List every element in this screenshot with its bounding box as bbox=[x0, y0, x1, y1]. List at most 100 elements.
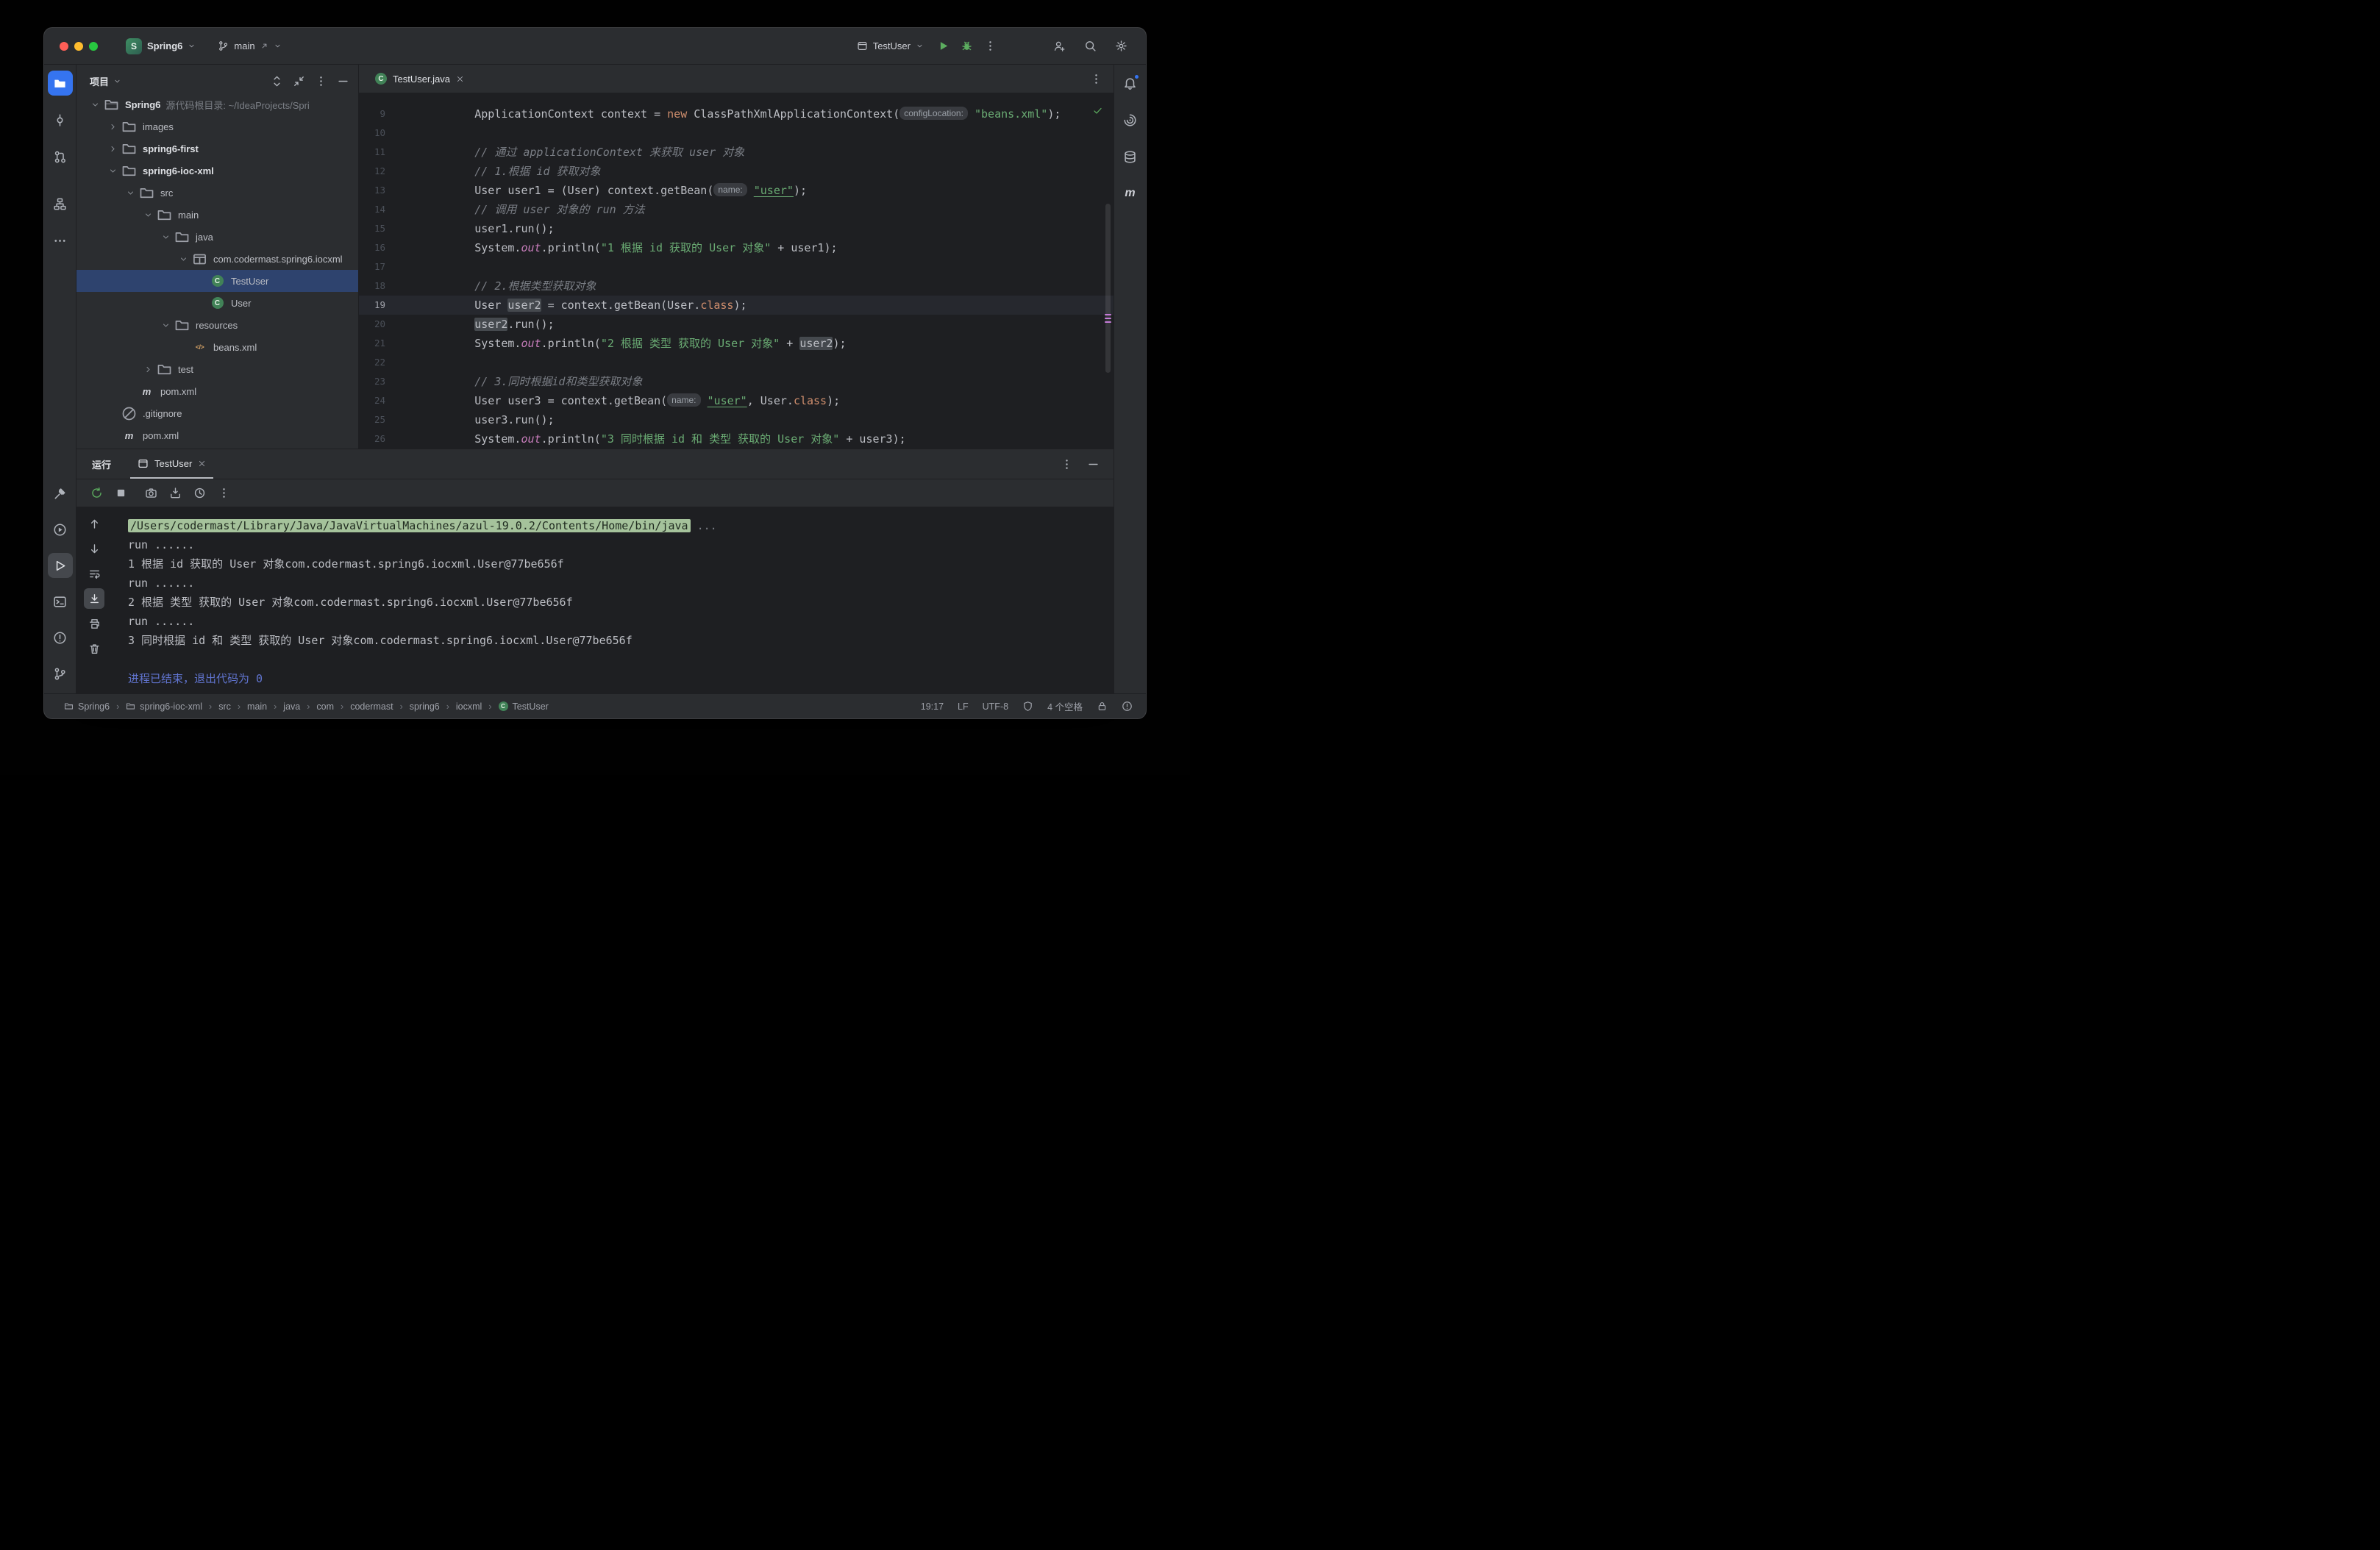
tree-item-spring6-first[interactable]: spring6-first bbox=[76, 138, 358, 160]
project-panel-title[interactable]: 项目 bbox=[90, 74, 109, 88]
database-button[interactable] bbox=[1118, 144, 1143, 169]
breadcrumb-com[interactable]: com bbox=[316, 701, 334, 712]
breadcrumb-main[interactable]: main bbox=[247, 701, 267, 712]
chevron-expanded-icon[interactable] bbox=[139, 210, 157, 220]
code-line-12[interactable]: 12 // 1.根据 id 获取对象 bbox=[359, 162, 1114, 181]
editor-scrollbar-thumb[interactable] bbox=[1105, 204, 1111, 373]
code-line-19[interactable]: 19 User user2 = context.getBean(User.cla… bbox=[359, 296, 1114, 315]
camera-button[interactable] bbox=[140, 483, 161, 504]
code-line-17[interactable]: 17 bbox=[359, 257, 1114, 276]
fullscreen-window-button[interactable] bbox=[89, 41, 98, 51]
breadcrumb-src[interactable]: src bbox=[218, 701, 231, 712]
commit-button[interactable] bbox=[48, 107, 73, 132]
code-line-13[interactable]: 13 User user1 = (User) context.getBean(n… bbox=[359, 181, 1114, 200]
chevron-expanded-icon[interactable] bbox=[157, 232, 174, 242]
tree-item-java[interactable]: java bbox=[76, 226, 358, 248]
code-line-14[interactable]: 14 // 调用 user 对象的 run 方法 bbox=[359, 200, 1114, 219]
maven-button[interactable]: m bbox=[1118, 181, 1143, 206]
search-button[interactable] bbox=[1080, 36, 1100, 57]
inspections-ok-icon[interactable] bbox=[1092, 105, 1103, 116]
status-indent-style[interactable]: 4 个空格 bbox=[1047, 699, 1083, 713]
breadcrumb-spring6[interactable]: spring6 bbox=[410, 701, 440, 712]
tree-item-spring6[interactable]: Spring6 源代码根目录: ~/IdeaProjects/Spri bbox=[76, 93, 358, 115]
tree-item-main[interactable]: main bbox=[76, 204, 358, 226]
status-notifications-status[interactable] bbox=[1122, 701, 1133, 712]
tree-item-pom-xml[interactable]: m pom.xml bbox=[76, 380, 358, 402]
tree-item-spring6-ioc-xml[interactable]: spring6-ioc-xml bbox=[76, 160, 358, 182]
editor-options-button[interactable] bbox=[1086, 68, 1106, 89]
hide-run-panel-button[interactable] bbox=[1083, 454, 1103, 474]
chevron-collapsed-icon[interactable] bbox=[139, 365, 157, 374]
chevron-expanded-icon[interactable] bbox=[121, 188, 139, 198]
add-user-button[interactable] bbox=[1049, 36, 1069, 57]
pull-requests-button[interactable] bbox=[48, 144, 73, 169]
status-file-encoding[interactable]: UTF-8 bbox=[983, 701, 1008, 712]
breadcrumb-codermast[interactable]: codermast bbox=[350, 701, 393, 712]
status-readonly-lock[interactable] bbox=[1097, 701, 1108, 712]
arrow-down-button[interactable] bbox=[84, 538, 104, 559]
code-line-18[interactable]: 18 // 2.根据类型获取对象 bbox=[359, 276, 1114, 296]
soft-wrap-button[interactable] bbox=[84, 563, 104, 584]
close-window-button[interactable] bbox=[60, 41, 68, 51]
code-line-24[interactable]: 24 User user3 = context.getBean(name: "u… bbox=[359, 391, 1114, 410]
code-line-26[interactable]: 26 System.out.println("3 同时根据 id 和 类型 获取… bbox=[359, 429, 1114, 449]
git-branch-button[interactable] bbox=[48, 661, 73, 686]
history-button[interactable] bbox=[189, 483, 210, 504]
tree-item-user[interactable]: C User bbox=[76, 292, 358, 314]
notifications-button[interactable] bbox=[1118, 71, 1143, 96]
structure-button[interactable] bbox=[48, 191, 73, 216]
more-vertical-button[interactable] bbox=[311, 71, 330, 90]
code-editor[interactable]: 9 ApplicationContext context = new Class… bbox=[359, 93, 1114, 449]
code-line-20[interactable]: 20 user2.run(); bbox=[359, 315, 1114, 334]
code-line-25[interactable]: 25 user3.run(); bbox=[359, 410, 1114, 429]
arrow-up-button[interactable] bbox=[84, 513, 104, 534]
run-options-button[interactable] bbox=[1056, 454, 1077, 474]
code-line-21[interactable]: 21 System.out.println("2 根据 类型 获取的 User … bbox=[359, 334, 1114, 353]
breadcrumb-testuser[interactable]: C TestUser bbox=[498, 701, 549, 712]
more-horizontal-button[interactable] bbox=[48, 228, 73, 253]
code-line-9[interactable]: 9 ApplicationContext context = new Class… bbox=[359, 104, 1114, 124]
import-button[interactable] bbox=[165, 483, 185, 504]
project-button[interactable] bbox=[47, 71, 73, 96]
status-line-separator[interactable]: LF bbox=[958, 701, 969, 712]
run-button[interactable] bbox=[933, 36, 953, 57]
tree-item-images[interactable]: images bbox=[76, 115, 358, 138]
hide-button[interactable] bbox=[333, 71, 352, 90]
close-tab-icon[interactable] bbox=[456, 75, 464, 83]
minimize-window-button[interactable] bbox=[74, 41, 83, 51]
code-line-23[interactable]: 23 // 3.同时根据id和类型获取对象 bbox=[359, 372, 1114, 391]
chevron-expanded-icon[interactable] bbox=[86, 100, 104, 110]
collapse-all-button[interactable] bbox=[289, 71, 308, 90]
problems-button[interactable] bbox=[48, 625, 73, 650]
print-button[interactable] bbox=[84, 613, 104, 634]
close-run-tab-icon[interactable] bbox=[198, 460, 206, 468]
scroll-end-button[interactable] bbox=[84, 588, 104, 609]
project-widget[interactable]: S Spring6 bbox=[120, 35, 202, 58]
breadcrumb-spring6-ioc-xml[interactable]: spring6-ioc-xml bbox=[126, 701, 202, 712]
chevron-expanded-icon[interactable] bbox=[174, 254, 192, 264]
terminal-button[interactable] bbox=[48, 589, 73, 614]
vcs-branch-widget[interactable]: main bbox=[212, 37, 287, 55]
chevron-expanded-icon[interactable] bbox=[157, 321, 174, 330]
more-vertical-button[interactable] bbox=[213, 483, 234, 504]
code-line-22[interactable]: 22 bbox=[359, 353, 1114, 372]
code-line-10[interactable]: 10 bbox=[359, 124, 1114, 143]
clear-button[interactable] bbox=[84, 638, 104, 659]
stop-button[interactable] bbox=[110, 483, 131, 504]
tree-item-resources[interactable]: resources bbox=[76, 314, 358, 336]
services-button[interactable] bbox=[48, 517, 73, 542]
code-line-16[interactable]: 16 System.out.println("1 根据 id 获取的 User … bbox=[359, 238, 1114, 257]
console-output[interactable]: /Users/codermast/Library/Java/JavaVirtua… bbox=[112, 507, 1114, 693]
debug-button[interactable] bbox=[956, 36, 977, 57]
chevron-down-icon[interactable] bbox=[113, 77, 121, 85]
status-status-widget[interactable] bbox=[1022, 701, 1033, 712]
rerun-button[interactable] bbox=[86, 483, 107, 504]
chevron-collapsed-icon[interactable] bbox=[104, 144, 121, 154]
status-caret-position[interactable]: 19:17 bbox=[921, 701, 944, 712]
run-window-button[interactable] bbox=[47, 553, 73, 578]
run-tab-testuser[interactable]: TestUser bbox=[130, 449, 214, 479]
code-line-15[interactable]: 15 user1.run(); bbox=[359, 219, 1114, 238]
editor-tab-testuser[interactable]: C TestUser.java bbox=[368, 65, 471, 93]
chevron-collapsed-icon[interactable] bbox=[104, 122, 121, 132]
tree-item-gitignore[interactable]: .gitignore bbox=[76, 402, 358, 424]
